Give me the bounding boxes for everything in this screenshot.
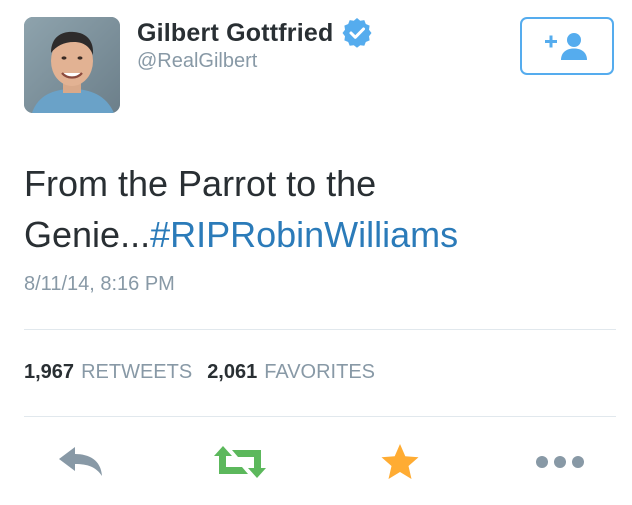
favorites-label: FAVORITES xyxy=(264,361,376,383)
tweet-timestamp: 8/11/14, 8:16 PM xyxy=(24,273,175,295)
divider xyxy=(24,416,616,417)
favorites-stat[interactable]: 2,061 FAVORITES xyxy=(207,361,375,384)
retweet-icon xyxy=(214,446,266,478)
more-dots-icon xyxy=(536,456,584,468)
favorite-button[interactable] xyxy=(378,440,422,484)
more-button[interactable] xyxy=(533,440,587,484)
tweet-text: From the Parrot to the Genie...#RIPRobin… xyxy=(24,158,604,260)
hashtag-link[interactable]: #RIPRobinWilliams xyxy=(150,214,458,255)
reply-button[interactable] xyxy=(56,440,106,484)
verified-badge-icon xyxy=(342,18,372,48)
retweets-stat[interactable]: 1,967 RETWEETS xyxy=(24,361,192,384)
display-name[interactable]: Gilbert Gottfried xyxy=(137,19,333,48)
retweets-count: 1,967 xyxy=(24,361,75,383)
tweet-stats: 1,967 RETWEETS 2,061 FAVORITES xyxy=(24,361,375,384)
profile-photo xyxy=(24,17,120,113)
retweets-label: RETWEETS xyxy=(81,361,193,383)
retweet-button[interactable] xyxy=(212,440,268,484)
add-user-icon xyxy=(545,33,587,60)
favorites-count: 2,061 xyxy=(207,361,258,383)
author-handle[interactable]: @RealGilbert xyxy=(137,50,257,73)
divider xyxy=(24,329,616,330)
avatar[interactable] xyxy=(24,17,120,113)
star-icon xyxy=(381,444,419,479)
reply-icon xyxy=(59,447,102,476)
follow-button[interactable] xyxy=(520,17,614,75)
author-name-row: Gilbert Gottfried xyxy=(137,18,372,48)
